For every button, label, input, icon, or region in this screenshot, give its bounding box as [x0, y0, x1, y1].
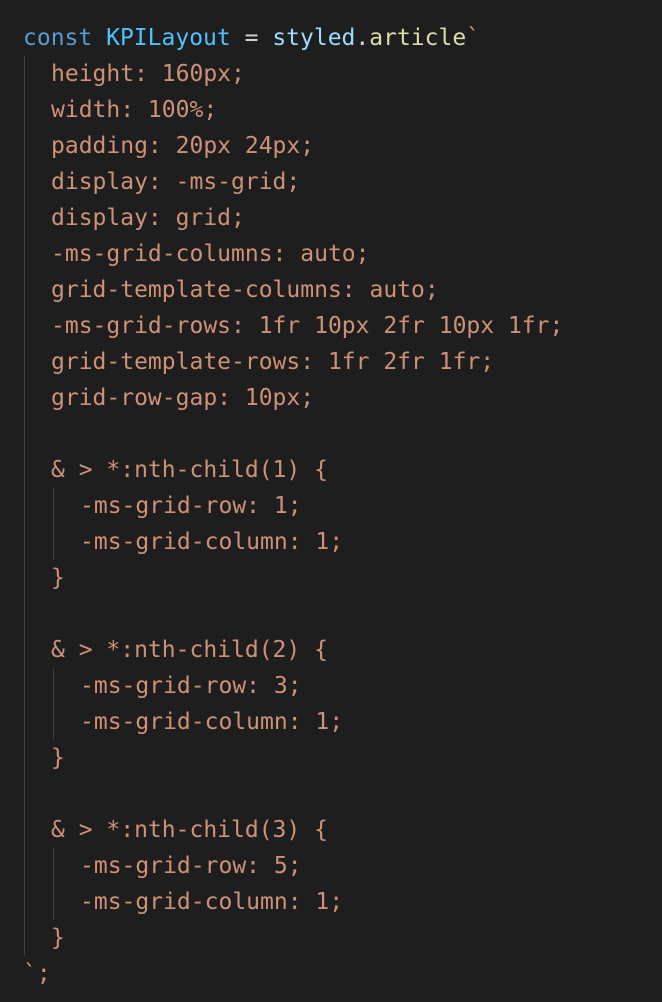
indent-guide: [24, 884, 25, 920]
code-line: display: -ms-grid;: [0, 164, 662, 200]
code-line: -ms-grid-row: 3;: [0, 668, 662, 704]
css-declaration: display: -ms-grid;: [51, 169, 301, 195]
operator-equals: =: [244, 25, 259, 51]
indent-guide: [24, 560, 25, 596]
indent-guide: [24, 632, 25, 668]
code-line: -ms-grid-rows: 1fr 10px 2fr 10px 1fr;: [0, 308, 662, 344]
indent-guide: [53, 524, 54, 560]
blank-line: [0, 776, 662, 812]
indent-guide: [24, 56, 25, 92]
code-line: -ms-grid-row: 5;: [0, 848, 662, 884]
blank-line: [0, 416, 662, 452]
css-declaration: grid-template-columns: auto;: [51, 277, 439, 303]
code-line-selector: & > *:nth-child(1) {: [0, 452, 662, 488]
closing-brace: }: [51, 745, 65, 771]
dot-operator: .: [355, 25, 370, 51]
code-line-end: `;: [0, 956, 662, 992]
indent-guide: [24, 308, 25, 344]
css-declaration: display: grid;: [51, 205, 245, 231]
closing-brace: }: [51, 925, 65, 951]
code-line: -ms-grid-columns: auto;: [0, 236, 662, 272]
code-line: display: grid;: [0, 200, 662, 236]
code-line: width: 100%;: [0, 92, 662, 128]
indent-guide: [24, 452, 25, 488]
indent-guide: [24, 236, 25, 272]
code-line-declaration: const KPILayout = styled.article`: [0, 20, 662, 56]
indent-guide: [24, 776, 25, 812]
code-line: grid-template-columns: auto;: [0, 272, 662, 308]
css-declaration: grid-template-rows: 1fr 2fr 1fr;: [51, 349, 495, 375]
css-declaration: padding: 20px 24px;: [51, 133, 315, 159]
code-line: -ms-grid-column: 1;: [0, 884, 662, 920]
indent-guide: [24, 524, 25, 560]
css-declaration: -ms-grid-column: 1;: [80, 709, 344, 735]
css-declaration: width: 100%;: [51, 97, 218, 123]
template-close: `;: [23, 961, 51, 987]
keyword-const: const: [23, 25, 93, 51]
css-declaration: -ms-grid-row: 3;: [80, 673, 302, 699]
indent-guide: [24, 128, 25, 164]
css-declaration: -ms-grid-columns: auto;: [51, 241, 370, 267]
code-line-close: }: [0, 920, 662, 956]
code-line-close: }: [0, 560, 662, 596]
css-declaration: -ms-grid-rows: 1fr 10px 2fr 10px 1fr;: [51, 313, 564, 339]
identifier-styled: styled: [272, 25, 356, 51]
indent-guide: [24, 92, 25, 128]
indent-guide: [53, 848, 54, 884]
code-line-close: }: [0, 740, 662, 776]
code-editor[interactable]: const KPILayout = styled.article` height…: [0, 20, 662, 992]
indent-guide: [24, 596, 25, 632]
indent-guide: [24, 200, 25, 236]
css-declaration: height: 160px;: [51, 61, 245, 87]
css-declaration: -ms-grid-column: 1;: [80, 529, 344, 555]
indent-guide: [53, 884, 54, 920]
indent-guide: [24, 740, 25, 776]
code-line: -ms-grid-row: 1;: [0, 488, 662, 524]
css-selector: & > *:nth-child(1) {: [51, 457, 328, 483]
code-line-selector: & > *:nth-child(3) {: [0, 812, 662, 848]
code-line: grid-row-gap: 10px;: [0, 380, 662, 416]
css-declaration: -ms-grid-row: 5;: [80, 853, 302, 879]
code-line-selector: & > *:nth-child(2) {: [0, 632, 662, 668]
indent-guide: [24, 164, 25, 200]
blank-line: [0, 596, 662, 632]
code-line: -ms-grid-column: 1;: [0, 704, 662, 740]
template-open-backtick: `: [466, 25, 481, 51]
indent-guide: [53, 488, 54, 524]
indent-guide: [24, 812, 25, 848]
indent-guide: [53, 668, 54, 704]
indent-guide: [53, 704, 54, 740]
indent-guide: [24, 488, 25, 524]
indent-guide: [24, 344, 25, 380]
code-line: -ms-grid-column: 1;: [0, 524, 662, 560]
code-line: height: 160px;: [0, 56, 662, 92]
indent-guide: [24, 920, 25, 956]
identifier-kpilayout: KPILayout: [106, 25, 231, 51]
css-declaration: -ms-grid-row: 1;: [80, 493, 302, 519]
indent-guide: [24, 848, 25, 884]
css-declaration: -ms-grid-column: 1;: [80, 889, 344, 915]
css-selector: & > *:nth-child(2) {: [51, 637, 328, 663]
indent-guide: [24, 416, 25, 452]
method-article: article: [369, 25, 467, 51]
code-line: padding: 20px 24px;: [0, 128, 662, 164]
indent-guide: [24, 380, 25, 416]
css-selector: & > *:nth-child(3) {: [51, 817, 328, 843]
closing-brace: }: [51, 565, 65, 591]
indent-guide: [24, 704, 25, 740]
code-line: grid-template-rows: 1fr 2fr 1fr;: [0, 344, 662, 380]
indent-guide: [24, 272, 25, 308]
css-declaration: grid-row-gap: 10px;: [51, 385, 315, 411]
indent-guide: [24, 668, 25, 704]
